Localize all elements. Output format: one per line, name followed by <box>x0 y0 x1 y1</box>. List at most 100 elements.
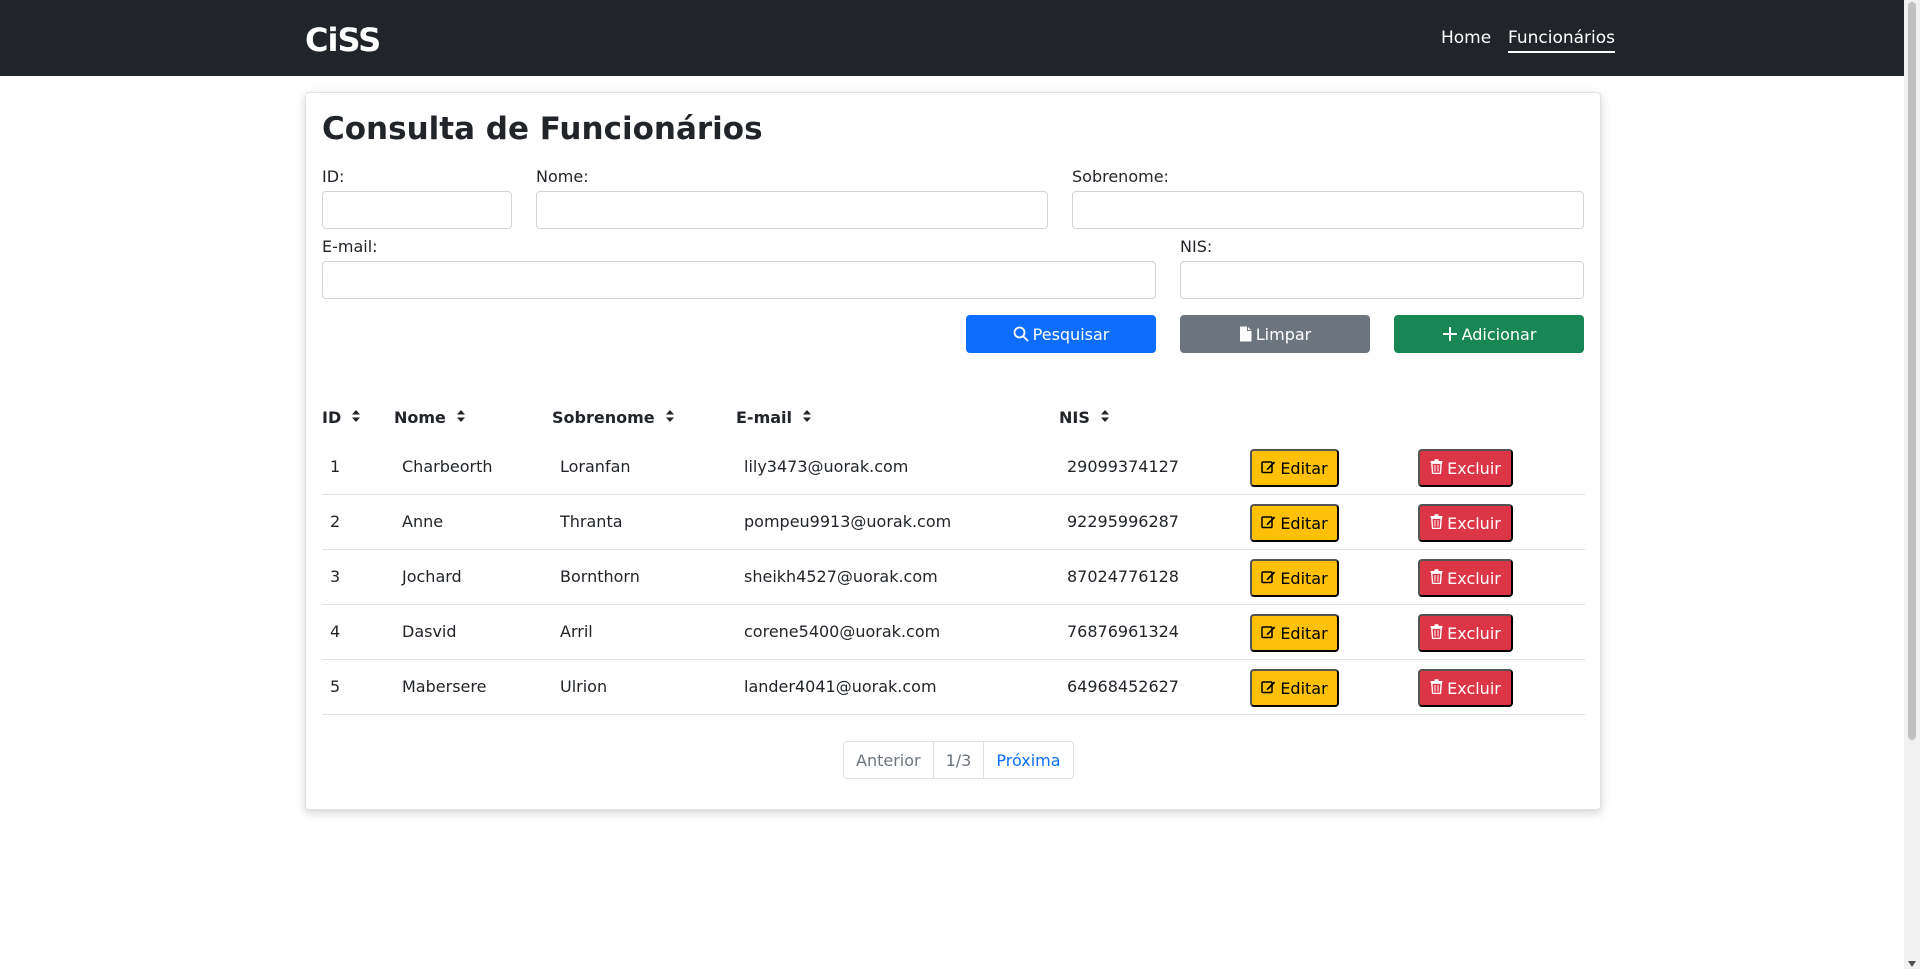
nis-input[interactable] <box>1180 261 1584 299</box>
column-header-nome[interactable]: Nome <box>394 408 466 428</box>
delete-button[interactable]: Excluir <box>1418 449 1513 487</box>
delete-button-label: Excluir <box>1447 458 1501 478</box>
cell-email: corene5400@uorak.com <box>744 622 941 641</box>
sort-icon <box>456 408 466 428</box>
column-header-label: E-mail <box>736 408 793 427</box>
edit-icon <box>1261 459 1276 478</box>
search-button[interactable]: Pesquisar <box>966 315 1156 353</box>
pagination-previous[interactable]: Anterior <box>844 742 934 778</box>
cell-nis: 64968452627 <box>1067 677 1179 696</box>
trash-icon <box>1430 678 1443 698</box>
edit-button[interactable]: Editar <box>1250 504 1339 542</box>
search-icon <box>1013 326 1029 342</box>
delete-button-label: Excluir <box>1447 568 1501 588</box>
edit-button-label: Editar <box>1280 568 1328 588</box>
table-row: 2 Anne Thranta pompeu9913@uorak.com 9229… <box>322 495 1585 550</box>
cell-sobrenome: Ulrion <box>560 677 608 696</box>
nome-input[interactable] <box>536 191 1048 229</box>
cell-nis: 29099374127 <box>1067 457 1179 476</box>
sort-icon <box>1100 408 1110 428</box>
add-button-label: Adicionar <box>1461 324 1537 344</box>
column-header-label: NIS <box>1059 408 1090 427</box>
edit-icon <box>1261 569 1276 588</box>
delete-button-label: Excluir <box>1447 513 1501 533</box>
email-input[interactable] <box>322 261 1156 299</box>
scrollbar-thumb[interactable] <box>1908 2 1916 740</box>
nome-label: Nome: <box>536 167 589 186</box>
delete-button[interactable]: Excluir <box>1418 504 1513 542</box>
cell-id: 1 <box>330 457 341 476</box>
nav-link-home[interactable]: Home <box>1441 26 1491 50</box>
column-header-label: ID <box>322 408 342 427</box>
add-button[interactable]: Adicionar <box>1394 315 1584 353</box>
trash-icon <box>1430 513 1443 533</box>
delete-button[interactable]: Excluir <box>1418 669 1513 707</box>
page-title: Consulta de Funcionários <box>322 111 763 147</box>
plus-icon <box>1442 326 1458 342</box>
edit-button-label: Editar <box>1280 678 1328 698</box>
brand-logo[interactable]: CiSS <box>305 24 381 56</box>
column-header-email[interactable]: E-mail <box>736 408 812 428</box>
edit-icon <box>1261 679 1276 698</box>
cell-nome: Mabersere <box>402 677 487 696</box>
edit-button[interactable]: Editar <box>1250 449 1339 487</box>
page-scrollbar[interactable] <box>1904 0 1920 969</box>
cell-sobrenome: Thranta <box>560 512 623 531</box>
delete-button[interactable]: Excluir <box>1418 614 1513 652</box>
cell-id: 5 <box>330 677 341 696</box>
cell-sobrenome: Bornthorn <box>560 567 640 586</box>
file-icon <box>1239 326 1252 342</box>
edit-button-label: Editar <box>1280 458 1328 478</box>
sort-icon <box>351 408 361 428</box>
cell-id: 3 <box>330 567 341 586</box>
sort-icon <box>802 408 812 428</box>
nav-link-funcionarios[interactable]: Funcionários <box>1508 26 1616 53</box>
table-row: 3 Jochard Bornthorn sheikh4527@uorak.com… <box>322 550 1585 605</box>
delete-button[interactable]: Excluir <box>1418 559 1513 597</box>
pagination-current-page: 1/3 <box>934 742 985 778</box>
edit-button[interactable]: Editar <box>1250 669 1339 707</box>
edit-button[interactable]: Editar <box>1250 559 1339 597</box>
search-card: Consulta de Funcionários ID: Nome: Sobre… <box>305 92 1601 810</box>
column-header-id[interactable]: ID <box>322 408 361 428</box>
id-input[interactable] <box>322 191 512 229</box>
column-header-nis[interactable]: NIS <box>1059 408 1110 428</box>
pagination: Anterior 1/3 Próxima <box>843 741 1074 779</box>
cell-email: lander4041@uorak.com <box>744 677 937 696</box>
cell-id: 4 <box>330 622 341 641</box>
cell-id: 2 <box>330 512 341 531</box>
column-header-sobrenome[interactable]: Sobrenome <box>552 408 675 428</box>
nis-label: NIS: <box>1180 237 1213 256</box>
email-label: E-mail: <box>322 237 378 256</box>
edit-button-label: Editar <box>1280 623 1328 643</box>
delete-button-label: Excluir <box>1447 678 1501 698</box>
sort-icon <box>665 408 675 428</box>
cell-email: sheikh4527@uorak.com <box>744 567 938 586</box>
column-header-label: Sobrenome <box>552 408 655 427</box>
edit-icon <box>1261 624 1276 643</box>
scroll-down-arrow-icon[interactable] <box>1908 961 1916 967</box>
cell-sobrenome: Loranfan <box>560 457 631 476</box>
cell-nome: Jochard <box>402 567 462 586</box>
clear-button[interactable]: Limpar <box>1180 315 1370 353</box>
delete-button-label: Excluir <box>1447 623 1501 643</box>
cell-email: lily3473@uorak.com <box>744 457 909 476</box>
edit-button[interactable]: Editar <box>1250 614 1339 652</box>
sobrenome-input[interactable] <box>1072 191 1584 229</box>
cell-nome: Charbeorth <box>402 457 493 476</box>
cell-email: pompeu9913@uorak.com <box>744 512 952 531</box>
cell-nome: Anne <box>402 512 444 531</box>
pagination-next[interactable]: Próxima <box>984 742 1072 778</box>
cell-nome: Dasvid <box>402 622 457 641</box>
table-row: 1 Charbeorth Loranfan lily3473@uorak.com… <box>322 440 1585 495</box>
search-button-label: Pesquisar <box>1032 324 1110 344</box>
cell-nis: 76876961324 <box>1067 622 1179 641</box>
cell-nis: 92295996287 <box>1067 512 1179 531</box>
clear-button-label: Limpar <box>1255 324 1312 344</box>
trash-icon <box>1430 458 1443 478</box>
sobrenome-label: Sobrenome: <box>1072 167 1169 186</box>
cell-sobrenome: Arril <box>560 622 593 641</box>
trash-icon <box>1430 568 1443 588</box>
table-row: 4 Dasvid Arril corene5400@uorak.com 7687… <box>322 605 1585 660</box>
navbar: CiSS Home Funcionários <box>0 0 1904 76</box>
